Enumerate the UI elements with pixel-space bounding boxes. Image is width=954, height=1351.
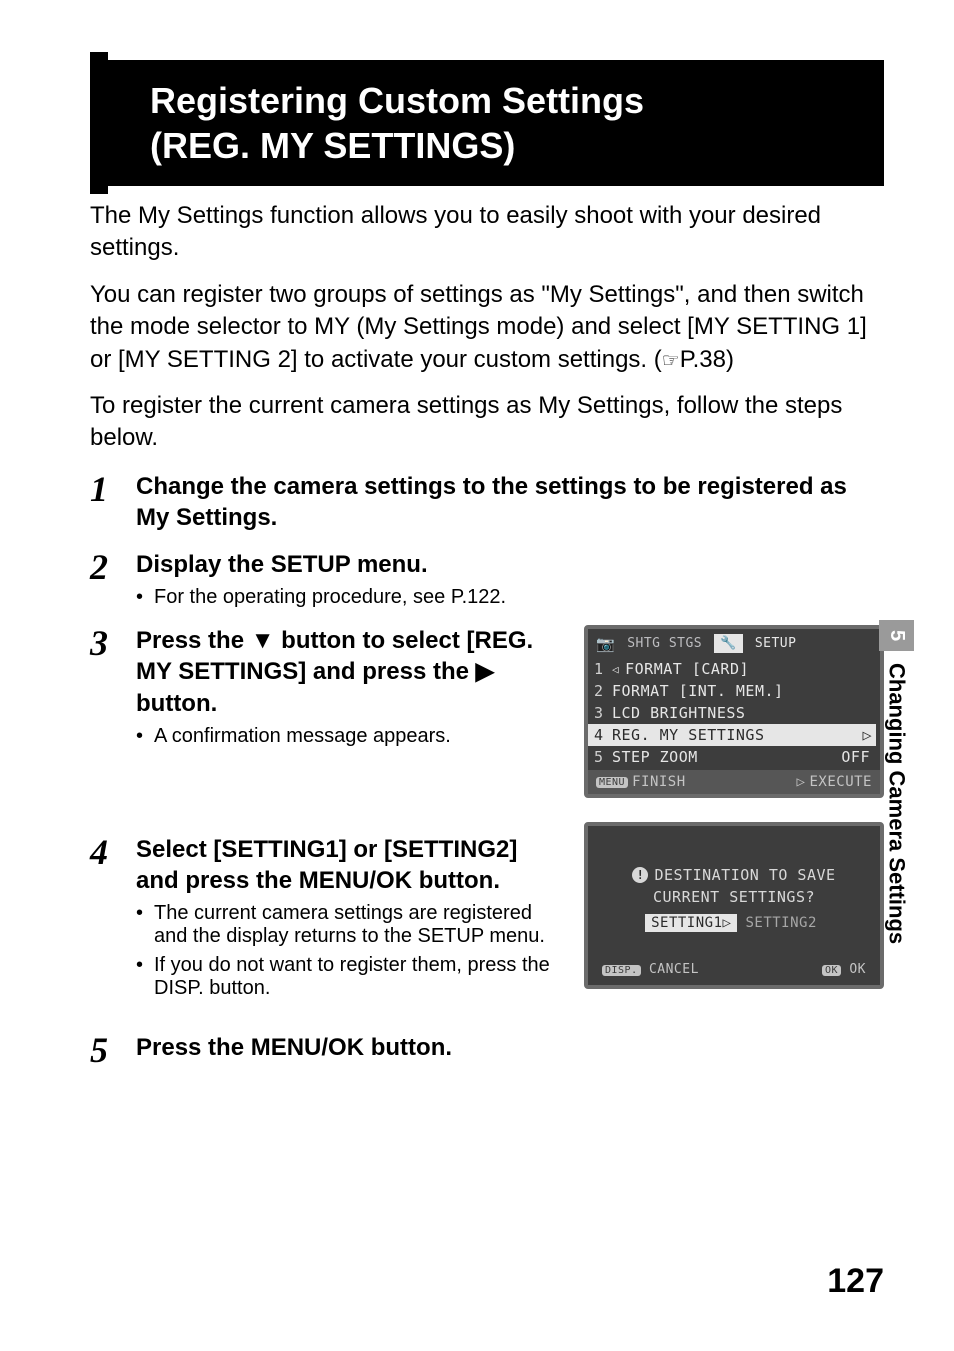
step-subtext: If you do not want to register them, pre… bbox=[136, 954, 560, 1000]
right-arrow-icon: ▷ bbox=[862, 726, 872, 744]
camera-setup-menu-screenshot: 📷 SHTG STGS 🔧 SETUP 1 ◁ FORMAT [CARD] 2 bbox=[584, 625, 884, 798]
camera-confirm-dialog-screenshot: ! DESTINATION TO SAVE CURRENT SETTINGS? … bbox=[584, 822, 884, 989]
row-num: 5 bbox=[594, 748, 606, 766]
row-num: 3 bbox=[594, 704, 606, 722]
tab-setup-icon: 🔧 bbox=[714, 634, 743, 653]
row-num: 4 bbox=[594, 726, 606, 744]
page-title: Registering Custom Settings (REG. MY SET… bbox=[90, 60, 884, 186]
row-num: 2 bbox=[594, 682, 606, 700]
tab-setup: SETUP bbox=[749, 634, 803, 653]
title-line-1: Registering Custom Settings bbox=[150, 78, 860, 123]
row-label: FORMAT [CARD] bbox=[625, 660, 749, 678]
footer-execute: EXECUTE bbox=[809, 774, 872, 790]
menu-tabs: 📷 SHTG STGS 🔧 SETUP bbox=[588, 629, 880, 656]
right-arrow-icon: ▷ bbox=[797, 774, 806, 790]
row-label: REG. MY SETTINGS bbox=[612, 726, 765, 744]
step-title: Change the camera settings to the settin… bbox=[136, 471, 884, 533]
row-label: STEP ZOOM bbox=[612, 748, 698, 766]
menu-row-reg-my-settings: 4 REG. MY SETTINGS ▷ bbox=[588, 724, 876, 746]
footer-cancel: CANCEL bbox=[649, 962, 699, 977]
row-label: LCD BRIGHTNESS bbox=[612, 704, 745, 722]
menu-row-step-zoom: 5 STEP ZOOM OFF bbox=[594, 746, 870, 768]
step-subtext: For the operating procedure, see P.122. bbox=[136, 586, 884, 609]
step-number: 3 bbox=[90, 625, 120, 748]
intro-paragraph-2: To register the current camera settings … bbox=[90, 390, 884, 455]
intro-page-ref: P.38) bbox=[680, 346, 734, 373]
cursor-right-icon: ▷ bbox=[723, 915, 732, 931]
intro-1b-text: You can register two groups of settings … bbox=[90, 281, 867, 373]
intro-paragraph-1a: The My Settings function allows you to e… bbox=[90, 200, 884, 265]
alert-icon: ! bbox=[632, 867, 648, 883]
side-tab: 5 Changing Camera Settings bbox=[879, 620, 914, 944]
dialog-msg-2: CURRENT SETTINGS? bbox=[653, 888, 815, 906]
chapter-label: Changing Camera Settings bbox=[884, 663, 910, 944]
disp-badge-icon: DISP. bbox=[602, 965, 641, 976]
cursor-left-icon: ◁ bbox=[612, 663, 619, 676]
row-num: 1 bbox=[594, 660, 606, 678]
footer-finish: FINISH bbox=[632, 774, 686, 790]
step-5: 5 Press the MENU/OK button. bbox=[90, 1032, 560, 1068]
row-value: OFF bbox=[841, 748, 870, 766]
page-number: 127 bbox=[827, 1262, 884, 1301]
dialog-option-setting2: SETTING2 bbox=[739, 914, 822, 932]
step-2: 2 Display the SETUP menu. For the operat… bbox=[90, 549, 884, 609]
menu-badge-icon: MENU bbox=[596, 777, 628, 788]
menu-list: 1 ◁ FORMAT [CARD] 2 FORMAT [INT. MEM.] 3… bbox=[588, 656, 880, 770]
step-number: 1 bbox=[90, 471, 120, 533]
reference-icon: ☞ bbox=[662, 350, 680, 372]
step-4: 4 Select [SETTING1] or [SETTING2] and pr… bbox=[90, 834, 560, 1000]
menu-row-format-card: 1 ◁ FORMAT [CARD] bbox=[594, 658, 870, 680]
step-1: 1 Change the camera settings to the sett… bbox=[90, 471, 884, 533]
tab-shtg-stgs: SHTG STGS bbox=[621, 634, 708, 653]
down-triangle-icon: ▼ bbox=[251, 625, 275, 656]
ok-badge-icon: OK bbox=[822, 965, 841, 976]
camera-icon: 📷 bbox=[596, 635, 615, 653]
row-label: FORMAT [INT. MEM.] bbox=[612, 682, 784, 700]
step-number: 4 bbox=[90, 834, 120, 1000]
step-subtext: A confirmation message appears. bbox=[136, 725, 560, 748]
dialog-option-setting1: SETTING1▷ bbox=[645, 914, 737, 932]
step-title: Select [SETTING1] or [SETTING2] and pres… bbox=[136, 834, 560, 896]
step-number: 2 bbox=[90, 549, 120, 609]
menu-footer: MENU FINISH ▷ EXECUTE bbox=[588, 770, 880, 794]
step-title: Press the MENU/OK button. bbox=[136, 1032, 560, 1063]
step-subtext: The current camera settings are register… bbox=[136, 902, 560, 948]
step-title: Press the ▼ button to select [REG. MY SE… bbox=[136, 625, 560, 719]
footer-ok: OK bbox=[849, 962, 866, 977]
intro-paragraph-1b: You can register two groups of settings … bbox=[90, 279, 884, 376]
right-triangle-icon: ▶ bbox=[476, 656, 494, 687]
step-number: 5 bbox=[90, 1032, 120, 1068]
chapter-number: 5 bbox=[879, 620, 914, 651]
title-line-2: (REG. MY SETTINGS) bbox=[150, 123, 860, 168]
menu-row-format-int: 2 FORMAT [INT. MEM.] bbox=[594, 680, 870, 702]
step3-text-a: Press the bbox=[136, 627, 251, 654]
step-3: 3 Press the ▼ button to select [REG. MY … bbox=[90, 625, 560, 748]
step3-text-c: button. bbox=[136, 690, 217, 717]
step-title: Display the SETUP menu. bbox=[136, 549, 884, 580]
menu-row-lcd-brightness: 3 LCD BRIGHTNESS bbox=[594, 702, 870, 724]
dialog-msg-1: DESTINATION TO SAVE bbox=[654, 866, 835, 884]
